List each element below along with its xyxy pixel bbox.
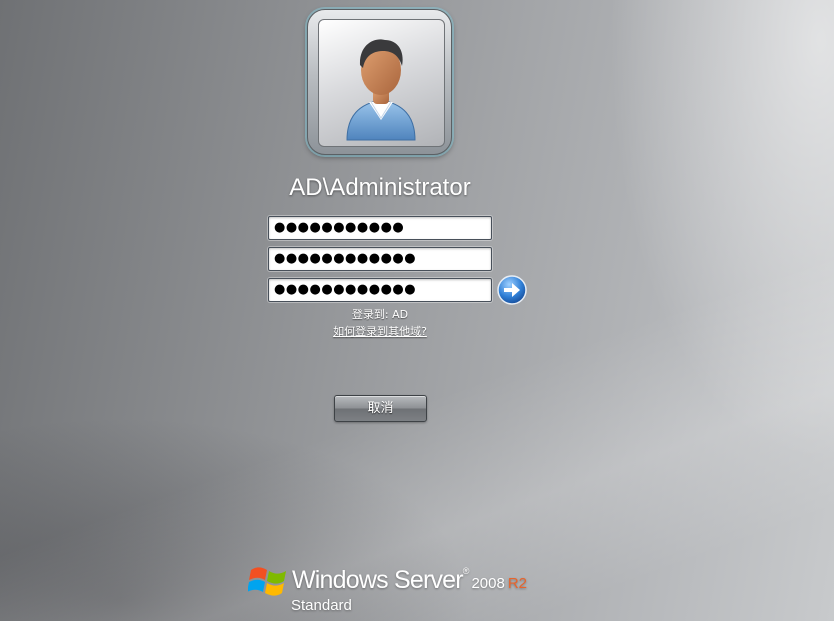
user-tile — [307, 9, 452, 155]
product-release: R2 — [507, 575, 527, 592]
product-name: Windows Server — [292, 566, 464, 594]
user-avatar-frame — [318, 19, 445, 147]
other-domain-link[interactable]: 如何登录到其他域? — [280, 323, 480, 339]
product-name-line: Windows Server®2008 R2 — [292, 566, 527, 595]
logon-to-domain-label: 登录到: AD — [351, 308, 409, 321]
submit-button[interactable] — [497, 275, 527, 305]
product-trademark: ® — [462, 566, 470, 576]
user-name-label: AD\Administrator — [289, 174, 471, 201]
windows-server-branding: Windows Server®2008 R2 Standard — [248, 560, 538, 618]
credential-field-2[interactable]: ●●●●●●●●●●●● — [268, 247, 492, 271]
credential-field-3[interactable]: ●●●●●●●●●●●● — [268, 278, 492, 302]
product-version: 2008 — [471, 575, 505, 592]
cancel-button[interactable]: 取消 — [334, 395, 427, 422]
windows-flag-icon — [248, 567, 286, 596]
arrow-right-icon — [497, 275, 527, 305]
product-edition: Standard — [291, 597, 352, 614]
credential-field-1[interactable]: ●●●●●●●●●●● — [268, 216, 492, 240]
user-avatar-icon — [346, 39, 416, 141]
